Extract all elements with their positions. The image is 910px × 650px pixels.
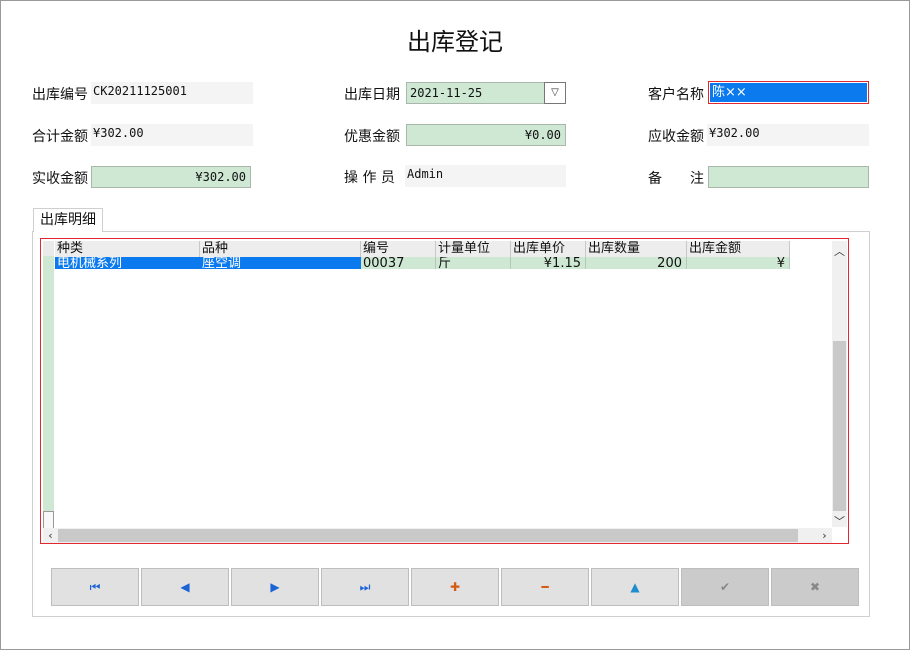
cancel-icon: ✖ <box>809 580 821 594</box>
first-record-button[interactable]: ⏮ <box>51 568 139 606</box>
total-field[interactable]: ¥302.00 <box>91 124 253 146</box>
horizontal-scrollbar[interactable]: ‹ › <box>43 528 832 543</box>
remark-label: 备 注 <box>648 171 704 187</box>
indicator-header <box>43 241 54 256</box>
scroll-left-icon[interactable]: ‹ <box>43 529 58 542</box>
date-dropdown-button[interactable]: ▽ <box>544 82 566 104</box>
next-icon: ▶ <box>270 580 280 594</box>
col-header-code[interactable]: 编号 <box>361 241 436 257</box>
post-record-button[interactable]: ✔ <box>681 568 769 606</box>
horizontal-scroll-thumb[interactable] <box>58 529 798 542</box>
received-label: 实收金额 <box>32 171 88 187</box>
cell-category[interactable]: 电机械系列 <box>55 257 200 269</box>
scroll-up-icon[interactable]: ︿ <box>832 243 847 259</box>
edit-icon: ▲ <box>630 580 640 594</box>
last-record-button[interactable]: ⏭ <box>321 568 409 606</box>
out-date-label: 出库日期 <box>344 87 400 103</box>
cell-variety[interactable]: 座空调 <box>200 257 361 269</box>
cancel-record-button[interactable]: ✖ <box>771 568 859 606</box>
col-header-amount[interactable]: 出库金额 <box>687 241 790 257</box>
plus-icon: ✚ <box>449 580 461 594</box>
customer-label: 客户名称 <box>648 87 704 103</box>
out-no-field[interactable]: CK20211125001 <box>91 82 253 104</box>
cell-quantity[interactable]: 200 <box>586 257 687 269</box>
last-icon: ⏭ <box>359 580 371 594</box>
form-title: 出库登记 <box>407 28 503 56</box>
detail-grid[interactable]: 种类 品种 编号 计量单位 出库单价 出库数量 出库金额 电机械系列 座空调 0… <box>40 238 849 544</box>
tab-detail[interactable]: 出库明细 <box>33 208 103 232</box>
cell-unit[interactable]: 斤 <box>436 257 511 269</box>
vertical-scrollbar[interactable]: ︿ ﹀ <box>832 241 847 529</box>
out-date-field[interactable]: 2021-11-25 <box>406 82 545 104</box>
next-record-button[interactable]: ▶ <box>231 568 319 606</box>
customer-field[interactable]: 陈×× <box>708 81 869 104</box>
discount-label: 优惠金额 <box>344 129 400 145</box>
col-header-variety[interactable]: 品种 <box>200 241 361 257</box>
edit-record-button[interactable]: ▲ <box>591 568 679 606</box>
cell-code[interactable]: 00037 <box>361 257 436 269</box>
col-header-price[interactable]: 出库单价 <box>511 241 586 257</box>
scroll-down-icon[interactable]: ﹀ <box>832 513 847 529</box>
operator-label: 操 作 员 <box>344 170 395 186</box>
insert-record-button[interactable]: ✚ <box>411 568 499 606</box>
scroll-right-icon[interactable]: › <box>817 529 832 542</box>
vertical-scroll-thumb[interactable] <box>833 341 846 511</box>
customer-value: 陈×× <box>710 83 867 102</box>
total-label: 合计金额 <box>32 129 88 145</box>
remark-field[interactable] <box>708 166 869 188</box>
current-row-indicator[interactable] <box>43 511 54 529</box>
out-no-label: 出库编号 <box>32 87 88 103</box>
cell-price[interactable]: ¥1.15 <box>511 257 586 269</box>
prior-icon: ◀ <box>180 580 190 594</box>
chevron-down-icon: ▽ <box>551 87 559 98</box>
check-icon: ✔ <box>719 580 731 594</box>
received-field[interactable]: ¥302.00 <box>91 166 251 188</box>
receivable-label: 应收金额 <box>648 129 704 145</box>
cell-amount[interactable]: ¥ <box>687 257 790 269</box>
col-header-category[interactable]: 种类 <box>55 241 200 257</box>
first-icon: ⏮ <box>89 580 101 594</box>
row-indicator-column <box>43 241 54 529</box>
receivable-field[interactable]: ¥302.00 <box>707 124 869 146</box>
discount-field[interactable]: ¥0.00 <box>406 124 566 146</box>
minus-icon: ━ <box>541 580 549 594</box>
prior-record-button[interactable]: ◀ <box>141 568 229 606</box>
col-header-quantity[interactable]: 出库数量 <box>586 241 687 257</box>
col-header-unit[interactable]: 计量单位 <box>436 241 511 257</box>
delete-record-button[interactable]: ━ <box>501 568 589 606</box>
operator-field[interactable]: Admin <box>405 165 566 187</box>
